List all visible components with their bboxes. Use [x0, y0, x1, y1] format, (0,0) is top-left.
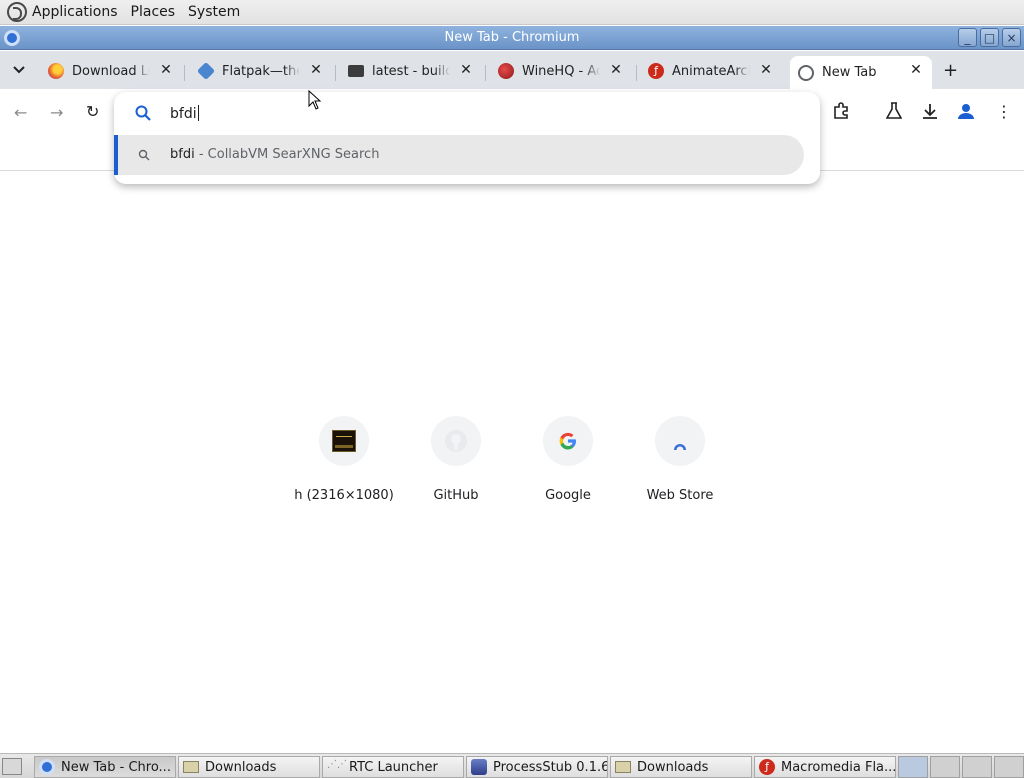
- tab-search-chevron-icon[interactable]: [10, 61, 28, 79]
- forward-arrow-icon[interactable]: →: [50, 103, 63, 122]
- omnibox-suggestion[interactable]: bfdi - CollabVM SearXNG Search: [114, 135, 804, 175]
- tab-strip: Download Lu ✕ Flatpak—the ✕ latest - bui…: [0, 51, 1024, 89]
- close-tab-icon[interactable]: ✕: [908, 62, 924, 78]
- tab-title: New Tab: [822, 65, 877, 80]
- taskbar-item[interactable]: ⋰⋰ RTC Launcher: [322, 756, 464, 778]
- tab-new-tab[interactable]: New Tab ✕: [790, 56, 932, 89]
- reload-icon[interactable]: ↻: [86, 102, 99, 121]
- shortcut-label: Web Store: [646, 488, 714, 503]
- taskbar-item[interactable]: New Tab - Chro...: [34, 756, 176, 778]
- debian-logo-icon[interactable]: [7, 2, 27, 22]
- taskbar-label: RTC Launcher: [349, 759, 438, 775]
- close-tab-icon[interactable]: ✕: [758, 62, 774, 78]
- top-panel: Applications Places System: [0, 0, 1024, 25]
- tab-separator: [485, 65, 486, 81]
- close-tab-icon[interactable]: ✕: [158, 62, 174, 78]
- tab-animatearch[interactable]: ƒ AnimateArch ✕: [640, 56, 782, 86]
- globe-icon: [798, 64, 814, 81]
- close-window-button[interactable]: ×: [1002, 28, 1021, 47]
- close-tab-icon[interactable]: ✕: [608, 62, 624, 78]
- image-thumbnail-icon: [319, 416, 369, 466]
- shortcut-tile[interactable]: Web Store: [625, 416, 735, 503]
- labs-flask-icon[interactable]: [885, 102, 903, 124]
- github-icon: [431, 416, 481, 466]
- search-icon: [135, 105, 151, 121]
- shortcut-label: GitHub: [433, 488, 479, 503]
- address-bar-input[interactable]: bfdi: [170, 105, 199, 122]
- tab-title: AnimateArch: [672, 63, 750, 79]
- taskbar-label: Macromedia Fla...: [781, 759, 896, 775]
- taskbar-item[interactable]: Downloads: [178, 756, 320, 778]
- wine-icon: [498, 63, 514, 79]
- shortcut-label: Google: [545, 488, 591, 503]
- back-arrow-icon[interactable]: ←: [14, 103, 27, 122]
- tab-separator: [636, 65, 637, 81]
- window-titlebar[interactable]: New Tab - Chromium _ □ ×: [0, 26, 1024, 50]
- workspace-4[interactable]: [994, 756, 1024, 778]
- tab-title: Flatpak—the: [222, 63, 300, 79]
- taskbar-item[interactable]: ƒ Macromedia Fla...: [754, 756, 896, 778]
- flash-icon: ƒ: [648, 63, 664, 79]
- download-icon[interactable]: [921, 102, 939, 124]
- app-icon: [471, 759, 487, 775]
- shortcut-tile[interactable]: Google: [513, 416, 623, 503]
- tab-title: Download Lu: [72, 63, 150, 79]
- folder-icon: [348, 65, 364, 77]
- flatpak-icon: [196, 61, 216, 81]
- tab-flatpak[interactable]: Flatpak—the ✕: [190, 56, 332, 86]
- taskbar-item[interactable]: ProcessStub 0.1.6: [466, 756, 608, 778]
- profile-avatar-icon[interactable]: [957, 102, 975, 124]
- system-menu[interactable]: System: [188, 4, 240, 20]
- firefox-icon: [48, 63, 64, 79]
- workspace-1[interactable]: [898, 756, 928, 778]
- tab-title: latest - build: [372, 63, 450, 79]
- maximize-button[interactable]: □: [980, 28, 999, 47]
- taskbar-label: New Tab - Chro...: [61, 759, 171, 775]
- new-tab-button[interactable]: +: [943, 60, 958, 81]
- menu-kebab-icon[interactable]: ⋮: [996, 102, 1012, 121]
- workspace-3[interactable]: [962, 756, 992, 778]
- selection-indicator: [114, 135, 118, 175]
- extensions-puzzle-icon[interactable]: [832, 102, 850, 124]
- tab-download[interactable]: Download Lu ✕: [40, 56, 182, 86]
- tab-title: WineHQ - Ad: [522, 63, 600, 79]
- shortcut-label: h (2316×1080): [294, 488, 394, 503]
- taskbar-item[interactable]: Downloads: [610, 756, 752, 778]
- tab-separator: [335, 65, 336, 81]
- close-tab-icon[interactable]: ✕: [308, 62, 324, 78]
- taskbar-label: Downloads: [637, 759, 709, 775]
- places-menu[interactable]: Places: [131, 4, 176, 20]
- chromium-icon: [4, 30, 20, 46]
- folder-icon: [183, 761, 199, 773]
- taskbar-label: ProcessStub 0.1.6: [493, 759, 608, 775]
- tab-separator: [184, 65, 185, 81]
- shortcut-tile[interactable]: GitHub: [401, 416, 511, 503]
- suggestion-search-icon: [138, 149, 150, 161]
- taskbar-label: Downloads: [205, 759, 277, 775]
- applications-menu[interactable]: Applications: [32, 4, 118, 20]
- close-tab-icon[interactable]: ✕: [458, 62, 474, 78]
- suggestion-text: bfdi - CollabVM SearXNG Search: [170, 147, 380, 162]
- window-title: New Tab - Chromium: [444, 30, 580, 45]
- web-store-icon: [655, 416, 705, 466]
- google-icon: [543, 416, 593, 466]
- workspace-2[interactable]: [930, 756, 960, 778]
- taskbar: New Tab - Chro... Downloads ⋰⋰ RTC Launc…: [0, 753, 1024, 778]
- mouse-cursor-icon: [308, 90, 322, 110]
- flash-icon: ƒ: [759, 759, 775, 775]
- show-desktop-icon[interactable]: [2, 758, 22, 775]
- shortcut-tile[interactable]: h (2316×1080): [289, 416, 399, 503]
- chromium-icon: [39, 759, 55, 775]
- rtc-icon: ⋰⋰: [327, 759, 347, 770]
- tab-winehq[interactable]: WineHQ - Ad ✕: [490, 56, 632, 86]
- omnibox-dropdown[interactable]: bfdi bfdi - CollabVM SearXNG Search: [114, 92, 820, 184]
- tab-latest-build[interactable]: latest - build ✕: [340, 56, 482, 86]
- minimize-button[interactable]: _: [958, 28, 977, 47]
- folder-icon: [615, 761, 631, 773]
